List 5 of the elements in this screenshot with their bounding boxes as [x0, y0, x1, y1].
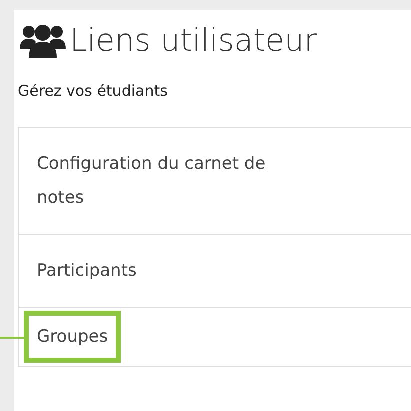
page-subtitle: Gérez vos étudiants	[18, 81, 169, 102]
menu-link[interactable]: Participants	[37, 254, 317, 288]
page-title: Liens utilisateur	[70, 26, 318, 56]
menu-link[interactable]: Configuration du carnet de notes	[37, 146, 317, 214]
menu-link[interactable]: Groupes	[24, 310, 122, 362]
